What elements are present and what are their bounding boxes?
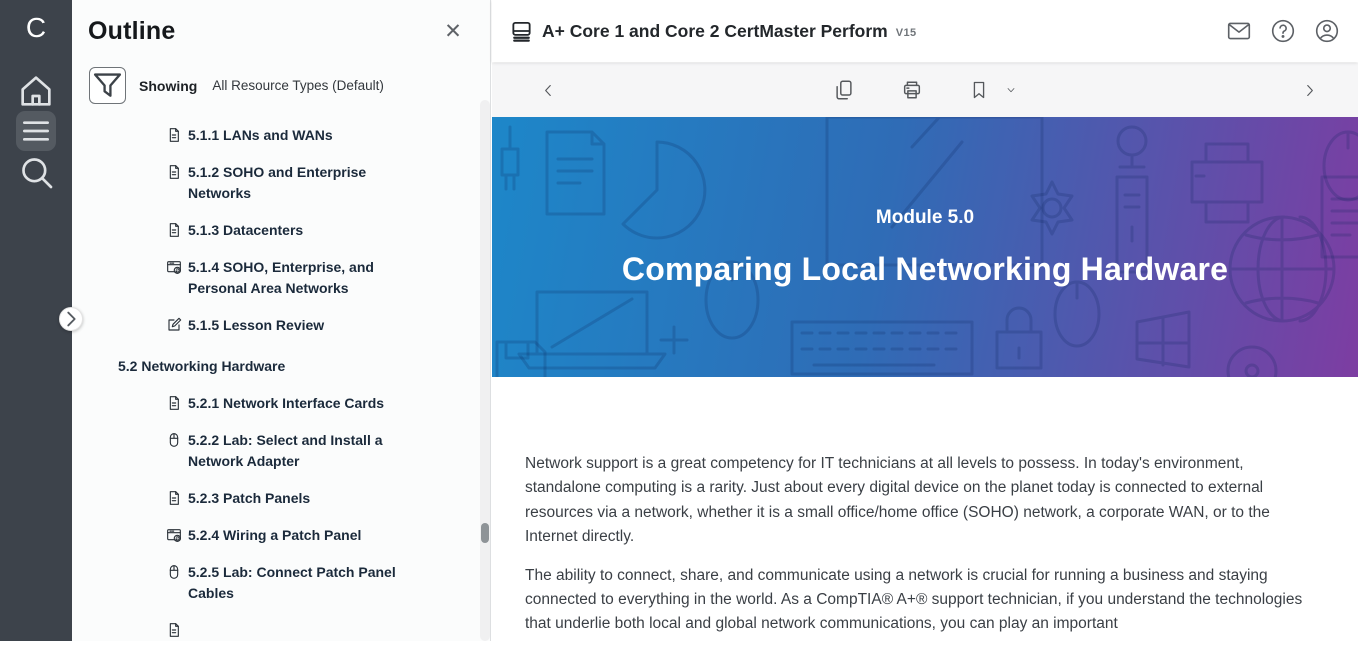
print-icon [901, 79, 923, 101]
chevron-right-icon [60, 308, 82, 330]
outline-item[interactable]: 5.2.1 Network Interface Cards [72, 393, 490, 414]
copy-icon [833, 79, 855, 101]
messages-button[interactable] [1226, 18, 1252, 44]
video-icon [166, 259, 182, 276]
document-icon [166, 127, 182, 144]
lesson-paragraph: Network support is a great competency fo… [525, 452, 1313, 550]
chevron-down-icon [1005, 84, 1017, 96]
filter-button[interactable] [89, 67, 126, 104]
document-icon [166, 395, 182, 412]
search-icon [16, 152, 56, 192]
search-button[interactable] [16, 152, 56, 192]
outline-panel-title: Outline [88, 17, 176, 46]
lesson-body: Network support is a great competency fo… [525, 452, 1313, 651]
filter-value: All Resource Types (Default) [212, 78, 384, 93]
help-icon [1270, 18, 1296, 44]
document-icon [166, 490, 182, 507]
outline-list: 5.1.1 LANs and WANs 5.1.2 SOHO and Enter… [72, 125, 490, 639]
outline-menu-button[interactable] [16, 111, 56, 151]
copy-button[interactable] [833, 79, 855, 101]
mail-icon [1226, 18, 1252, 44]
collapse-panel-button[interactable] [59, 307, 83, 331]
outline-item[interactable]: 5.1.4 SOHO, Enterprise, and Personal Are… [72, 257, 490, 299]
home-icon [16, 71, 56, 111]
next-page-button[interactable] [1301, 82, 1318, 99]
outline-item[interactable]: 5.2.4 Wiring a Patch Panel [72, 525, 490, 546]
bookmark-button[interactable] [969, 80, 989, 100]
edit-icon [166, 317, 182, 334]
lab-icon [166, 432, 182, 449]
filter-label: Showing [139, 78, 197, 94]
menu-icon [16, 111, 56, 151]
chevron-left-icon [540, 82, 557, 99]
document-icon [166, 622, 182, 639]
course-version-badge: V15 [896, 27, 917, 39]
outline-item[interactable]: 5.2.3 Patch Panels [72, 488, 490, 509]
account-button[interactable] [1314, 18, 1340, 44]
lab-icon [166, 564, 182, 581]
outline-panel: Outline ✕ Showing All Resource Types (De… [72, 0, 491, 641]
outline-item[interactable]: 5.1.1 LANs and WANs [72, 125, 490, 146]
outline-item[interactable]: 5.1.3 Datacenters [72, 220, 490, 241]
content-area: A+ Core 1 and Core 2 CertMaster Perform … [492, 0, 1358, 641]
outline-scrollbar-track[interactable] [480, 100, 490, 641]
comptia-logo: C [0, 10, 72, 46]
filter-row: Showing All Resource Types (Default) [89, 67, 490, 104]
funnel-icon [90, 68, 125, 103]
course-title: A+ Core 1 and Core 2 CertMaster Perform [542, 21, 888, 42]
outline-scrollbar-thumb[interactable] [481, 523, 489, 543]
course-header: A+ Core 1 and Core 2 CertMaster Perform … [492, 0, 1358, 62]
document-icon [166, 222, 182, 239]
module-number: Module 5.0 [876, 207, 974, 229]
outline-item[interactable]: 5.1.5 Lesson Review [72, 315, 490, 336]
account-icon [1314, 18, 1340, 44]
outline-item[interactable] [72, 620, 490, 639]
module-banner: Module 5.0 Comparing Local Networking Ha… [492, 117, 1358, 377]
print-button[interactable] [901, 79, 923, 101]
outline-item[interactable]: 5.2 Networking Hardware [72, 356, 490, 377]
close-outline-button[interactable]: ✕ [440, 19, 466, 45]
previous-page-button[interactable] [540, 82, 557, 99]
reader-toolbar [492, 63, 1358, 117]
outline-item[interactable]: 5.1.2 SOHO and Enterprise Networks [72, 162, 490, 204]
lesson-paragraph: The ability to connect, share, and commu… [525, 564, 1313, 637]
chevron-right-icon [1301, 82, 1318, 99]
module-title: Comparing Local Networking Hardware [622, 251, 1228, 288]
outline-item[interactable]: 5.2.2 Lab: Select and Install a Network … [72, 430, 490, 472]
help-button[interactable] [1270, 18, 1296, 44]
bookmark-dropdown-button[interactable] [1005, 84, 1017, 96]
bookmark-icon [969, 80, 989, 100]
video-icon [166, 527, 182, 544]
book-icon [510, 20, 533, 43]
home-button[interactable] [16, 71, 56, 111]
document-icon [166, 164, 182, 181]
outline-item[interactable]: 5.2.5 Lab: Connect Patch Panel Cables [72, 562, 490, 604]
